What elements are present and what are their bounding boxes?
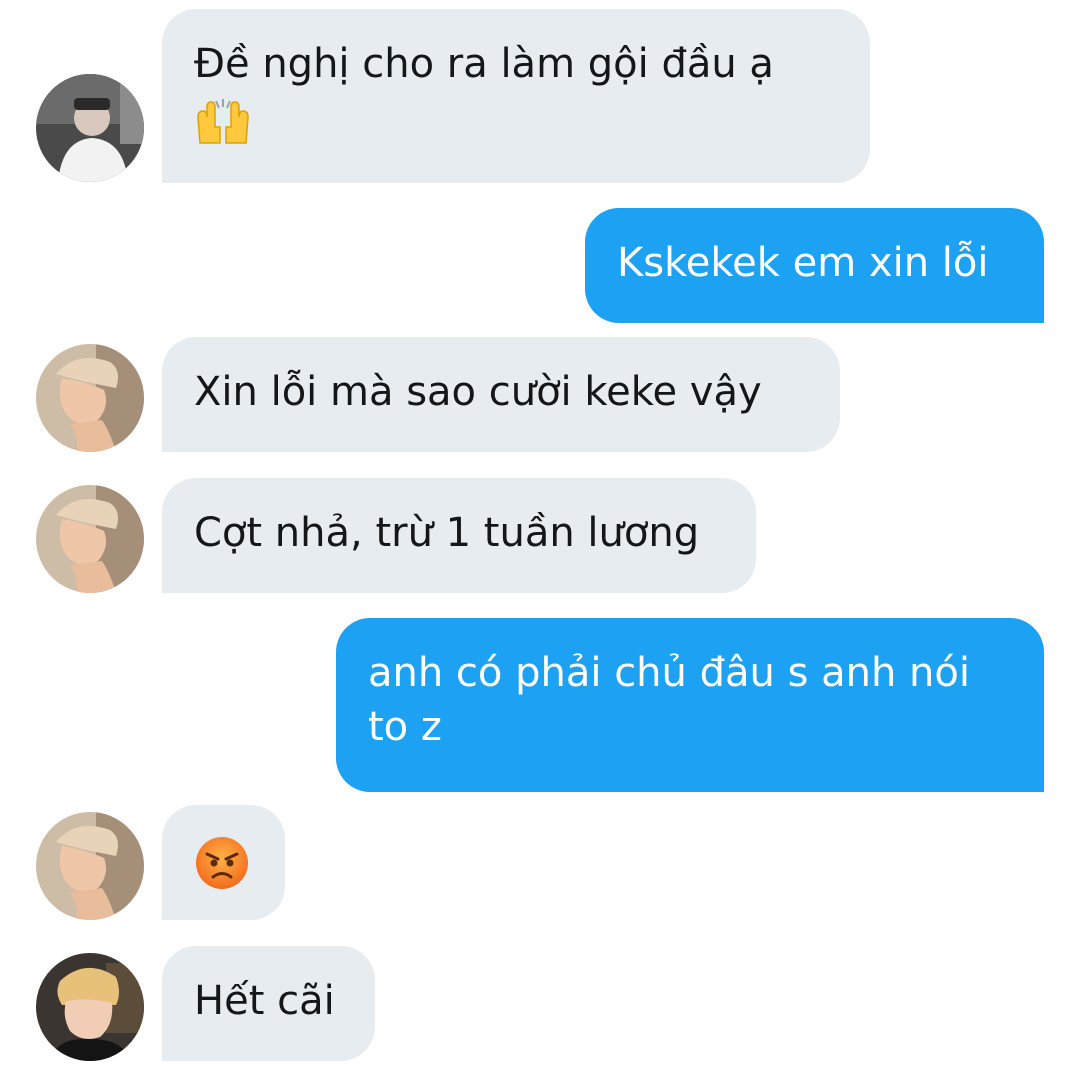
incoming-message-bubble[interactable]: Cợt nhả, trừ 1 tuần lương [162, 478, 756, 593]
incoming-message-bubble[interactable]: Xin lỗi mà sao cười keke vậy [162, 337, 840, 452]
avatar-photo [36, 74, 144, 182]
avatar-photo [36, 485, 144, 593]
avatar[interactable] [36, 485, 144, 593]
message-text: Kskekek em xin lỗi [617, 240, 989, 286]
outgoing-message-bubble[interactable]: anh có phải chủ đâu s anh nói to z [336, 618, 1044, 792]
avatar[interactable] [36, 74, 144, 182]
raising-hands-emoji [194, 97, 838, 161]
angry-face-emoji [194, 835, 253, 905]
message-text: Đề nghị cho ra làm gội đầu ạ [194, 41, 774, 87]
message-text: anh có phải chủ đâu s anh nói to z [368, 650, 970, 750]
message-text: Xin lỗi mà sao cười keke vậy [194, 369, 762, 415]
avatar[interactable] [36, 812, 144, 920]
incoming-message-bubble[interactable]: Đề nghị cho ra làm gội đầu ạ [162, 9, 870, 183]
message-text: Cợt nhả, trừ 1 tuần lương [194, 510, 700, 556]
avatar[interactable] [36, 953, 144, 1061]
avatar-photo [36, 812, 144, 920]
avatar[interactable] [36, 344, 144, 452]
outgoing-message-bubble[interactable]: Kskekek em xin lỗi [585, 208, 1044, 323]
avatar-photo [36, 953, 144, 1061]
avatar-photo [36, 344, 144, 452]
incoming-message-bubble[interactable]: Hết cãi [162, 946, 375, 1061]
message-text: Hết cãi [194, 978, 335, 1024]
incoming-message-bubble[interactable] [162, 805, 285, 920]
